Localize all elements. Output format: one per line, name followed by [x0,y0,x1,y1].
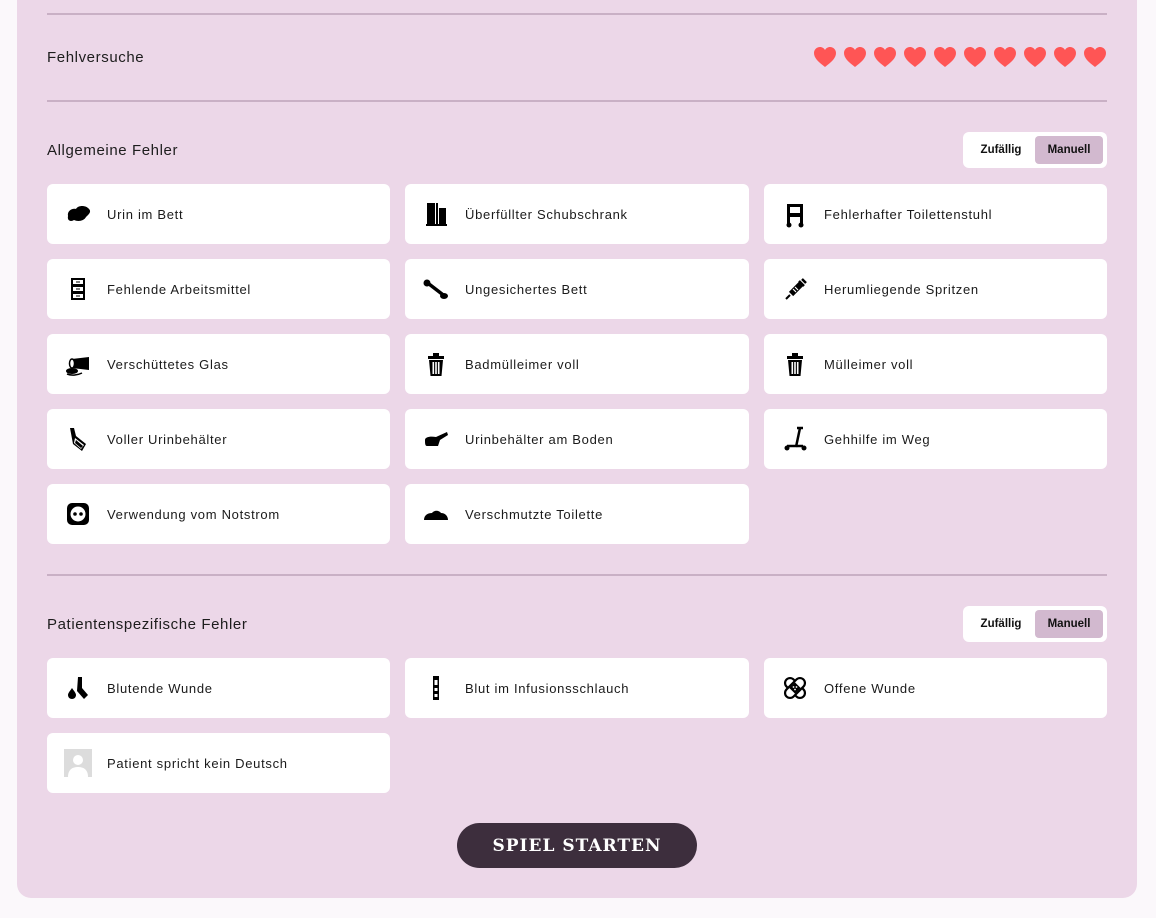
error-card-label: Blut im Infusionsschlauch [465,680,630,696]
start-game-button[interactable]: SPIEL STARTEN [457,823,697,868]
general-error-card[interactable]: Verschüttetes Glas [47,334,390,394]
general-error-card[interactable]: Fehlende Arbeitsmittel [47,259,390,319]
urine-bottle-icon [63,424,93,454]
patient-error-card[interactable]: Blutende Wunde [47,658,390,718]
general-error-card[interactable]: Ungesichertes Bett [405,259,749,319]
syringe-icon [780,274,810,304]
error-card-label: Blutende Wunde [107,680,213,696]
patient-mode-toggle: Zufällig Manuell [963,606,1107,642]
error-card-label: Verschüttetes Glas [107,356,229,372]
patient-manual-option[interactable]: Manuell [1035,610,1103,638]
general-error-card[interactable]: Voller Urinbehälter [47,409,390,469]
error-card-label: Urinbehälter am Boden [465,431,614,447]
general-random-option[interactable]: Zufällig [967,136,1035,164]
patient-errors-title: Patientenspezifische Fehler [47,616,248,633]
urine-puddle-icon [63,199,93,229]
error-card-label: Gehhilfe im Weg [824,431,931,447]
patient-error-card[interactable]: Offene Wunde [764,658,1107,718]
walking-aid-icon [780,424,810,454]
error-card-label: Offene Wunde [824,680,916,696]
general-errors-grid: Urin im Bett Überfüllter Schubschrank Fehl… [47,184,1107,544]
heart-icon [1054,47,1076,67]
heart-icon [814,47,836,67]
heart-icon [994,47,1016,67]
general-error-card[interactable]: Fehlerhafter Toilettenstuhl [764,184,1107,244]
general-error-card[interactable]: Verwendung vom Notstrom [47,484,390,544]
bleeding-wound-icon [63,673,93,703]
iv-tube-icon [421,673,451,703]
error-card-label: Fehlende Arbeitsmittel [107,281,252,297]
patient-random-option[interactable]: Zufällig [967,610,1035,638]
error-card-label: Fehlerhafter Toilettenstuhl [824,206,993,222]
divider [47,574,1107,576]
error-card-label: Badmülleimer voll [465,356,580,372]
heart-icon [844,47,866,67]
spilled-glass-icon [63,349,93,379]
lives-label: Fehlversuche [47,49,145,66]
error-card-label: Herumliegende Spritzen [824,281,979,297]
general-error-card[interactable]: Urinbehälter am Boden [405,409,749,469]
drawer-unit-icon [63,274,93,304]
error-card-label: Mülleimer voll [824,356,914,372]
general-error-card[interactable]: Urin im Bett [47,184,390,244]
general-errors-title: Allgemeine Fehler [47,142,179,159]
heart-icon [1024,47,1046,67]
general-error-card[interactable]: Gehhilfe im Weg [764,409,1107,469]
error-card-label: Voller Urinbehälter [107,431,228,447]
patient-error-card[interactable]: Blut im Infusionsschlauch [405,658,749,718]
cabinet-icon [421,199,451,229]
dirty-toilet-icon [421,499,451,529]
error-card-label: Ungesichertes Bett [465,281,588,297]
heart-icon [874,47,896,67]
heart-icon [904,47,926,67]
error-card-label: Verwendung vom Notstrom [107,506,280,522]
patient-error-card[interactable]: Patient spricht kein Deutsch [47,733,390,793]
general-error-card[interactable]: Überfüllter Schubschrank [405,184,749,244]
general-error-card[interactable]: Badmülleimer voll [405,334,749,394]
urinal-floor-icon [421,424,451,454]
error-card-label: Verschmutzte Toilette [465,506,604,522]
patient-errors-grid: Blutende Wunde Blut im Infusionsschlauch O… [47,658,1107,793]
heart-icon [1084,47,1106,67]
trash-can-icon [780,349,810,379]
power-outlet-icon [63,499,93,529]
bed-brake-icon [421,274,451,304]
settings-panel: Fehlversuche Allgemeine Fehler Zufällig … [17,0,1137,898]
trash-can-icon [421,349,451,379]
heart-icon [964,47,986,67]
error-card-label: Überfüllter Schubschrank [465,206,628,222]
general-mode-toggle: Zufällig Manuell [963,132,1107,168]
bandage-icon [780,673,810,703]
general-error-card[interactable]: Herumliegende Spritzen [764,259,1107,319]
heart-icon [934,47,956,67]
error-card-label: Patient spricht kein Deutsch [107,755,288,771]
divider [47,13,1107,15]
commode-chair-icon [780,199,810,229]
person-avatar-icon [63,748,93,778]
error-card-label: Urin im Bett [107,206,184,222]
lives-hearts [813,46,1107,68]
divider [47,100,1107,102]
general-error-card[interactable]: Mülleimer voll [764,334,1107,394]
general-manual-option[interactable]: Manuell [1035,136,1103,164]
general-error-card[interactable]: Verschmutzte Toilette [405,484,749,544]
